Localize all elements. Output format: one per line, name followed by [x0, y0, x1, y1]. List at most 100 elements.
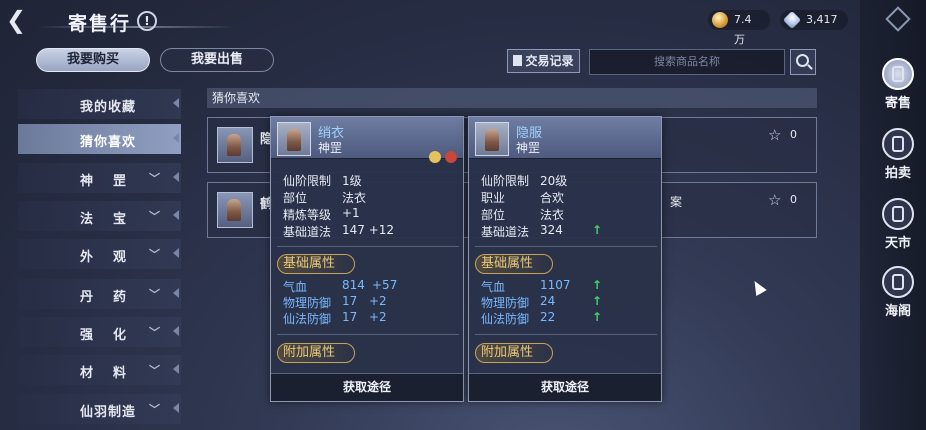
- stat-bonus: +2: [369, 310, 387, 324]
- equipped-badge-icon: [445, 151, 457, 163]
- category-favorites[interactable]: 我的收藏: [18, 89, 181, 119]
- category-materials[interactable]: 材料 ﹀: [18, 355, 181, 385]
- category-guess-you-like[interactable]: 猜你喜欢: [18, 124, 181, 154]
- caret-icon: [173, 326, 179, 336]
- category-label: 丹药: [80, 290, 147, 305]
- stat-label: 物理防御: [283, 296, 332, 310]
- acquire-route-button[interactable]: 获取途径: [271, 373, 463, 401]
- stat-value: 147 +12: [342, 223, 395, 237]
- top-bar: ❮ 寄售行 ! 7.4万 3,417: [0, 0, 860, 46]
- caret-icon: [173, 364, 179, 374]
- tab-sell[interactable]: 我要出售: [160, 48, 274, 72]
- item-tooltip-compare: 隐服 神罡 仙阶限制 20级 职业 合欢 部位 法衣 基础道法 324 ↑ 基础属性 气血…: [468, 116, 662, 402]
- category-label: 法宝: [80, 212, 147, 227]
- nav-auction[interactable]: 拍卖: [874, 128, 922, 188]
- stat-label: 仙阶限制: [481, 174, 530, 188]
- caret-icon: [173, 133, 179, 143]
- stat-value: 合欢: [540, 191, 565, 205]
- stat-label: 气血: [481, 280, 506, 294]
- category-appearance[interactable]: 外观 ﹀: [18, 239, 181, 269]
- category-label: 猜你喜欢: [80, 135, 137, 150]
- category-label: 我的收藏: [80, 100, 137, 115]
- stat-value: 22: [540, 310, 556, 324]
- nav-sea-pavilion[interactable]: 海阁: [874, 266, 922, 326]
- chevron-down-icon: ﹀: [149, 172, 160, 185]
- stat-label: 基础道法: [481, 225, 530, 239]
- search-icon-handle: [807, 64, 813, 70]
- stat-label: 仙法防御: [283, 312, 332, 326]
- divider: [277, 246, 459, 247]
- chevron-down-icon: ﹀: [149, 326, 160, 339]
- stat-value: 法衣: [342, 191, 367, 205]
- category-shengang[interactable]: 神罡 ﹀: [18, 163, 181, 193]
- trade-log-label: 交易记录: [525, 54, 574, 68]
- item-tail: 案: [670, 195, 683, 209]
- caret-icon: [173, 288, 179, 298]
- stat-value: +1: [342, 206, 360, 220]
- consign-icon: [882, 58, 914, 90]
- favorite-count: 0: [790, 128, 797, 141]
- tooltip-header: 绡衣 神罡: [271, 117, 463, 163]
- stat-row: 基础道法 324 ↑: [481, 223, 661, 239]
- arrow-up-icon: ↑: [592, 310, 603, 324]
- stat-value: 1107: [540, 278, 571, 292]
- stat-value: 17: [342, 310, 358, 324]
- stat-label: 仙阶限制: [283, 174, 332, 188]
- auction-icon: [882, 128, 914, 160]
- tab-buy[interactable]: 我要购买: [36, 48, 150, 72]
- stat-label: 职业: [481, 191, 506, 205]
- chevron-down-icon: ﹀: [149, 248, 160, 261]
- caret-icon: [173, 172, 179, 182]
- nav-label: 寄售: [884, 96, 911, 111]
- nav-consign[interactable]: 寄售: [874, 58, 922, 118]
- category-label: 外观: [80, 250, 147, 265]
- base-attributes-title: 基础属性: [475, 254, 553, 274]
- chevron-down-icon: ﹀: [149, 210, 160, 223]
- item-icon: [475, 122, 509, 156]
- section-title: 猜你喜欢: [207, 88, 817, 108]
- item-tooltip-current: 绡衣 神罡 仙阶限制 1级 部位 法衣 精炼等级 +1 基础道法 147 +12 基础属…: [270, 116, 464, 402]
- gold-currency[interactable]: 7.4万: [708, 10, 770, 46]
- caret-icon: [173, 98, 179, 108]
- category-feather-crafting[interactable]: 仙羽制造 ﹀: [18, 394, 181, 424]
- stat-value: 324: [540, 223, 563, 237]
- category-fabao[interactable]: 法宝 ﹀: [18, 201, 181, 231]
- arrow-up-icon: ↑: [592, 278, 603, 292]
- stat-row: 精炼等级 +1: [283, 206, 463, 222]
- arrow-up-icon: ↑: [592, 294, 603, 308]
- stat-row: 气血 1107 ↑: [481, 278, 661, 294]
- extra-attributes-title: 附加属性: [475, 343, 553, 363]
- gem-currency[interactable]: 3,417: [780, 10, 848, 30]
- stat-value: 17: [342, 294, 358, 308]
- back-arrow-icon[interactable]: ❮: [6, 8, 28, 33]
- stat-label: 物理防御: [481, 296, 530, 310]
- auction-icon-inner: [892, 136, 904, 152]
- item-icon: [277, 122, 311, 156]
- item-icon: [217, 127, 253, 163]
- category-label: 强化: [80, 328, 147, 343]
- item-icon: [217, 192, 253, 228]
- star-icon[interactable]: ☆: [768, 191, 781, 209]
- help-icon[interactable]: !: [137, 11, 157, 31]
- stat-label: 基础道法: [283, 225, 332, 239]
- document-icon: [513, 55, 523, 66]
- cursor-icon: [749, 277, 767, 297]
- stat-row: 气血 814 +57: [283, 278, 463, 294]
- nav-label: 天市: [884, 236, 911, 251]
- trade-log-button[interactable]: 交易记录: [507, 49, 580, 73]
- search-button[interactable]: [790, 49, 816, 75]
- search-input[interactable]: 搜索商品名称: [589, 49, 785, 75]
- star-icon[interactable]: ☆: [768, 126, 781, 144]
- stat-row: 仙阶限制 1级: [283, 172, 463, 188]
- heaven-market-icon-inner: [892, 206, 904, 222]
- stat-value: 24: [540, 294, 556, 308]
- acquire-route-button[interactable]: 获取途径: [469, 373, 661, 401]
- category-pills[interactable]: 丹药 ﹀: [18, 279, 181, 309]
- nav-label: 海阁: [884, 304, 911, 319]
- stat-row: 基础道法 147 +12: [283, 223, 463, 239]
- gem-icon: [782, 10, 802, 30]
- category-enhance[interactable]: 强化 ﹀: [18, 317, 181, 347]
- stat-label: 部位: [283, 191, 308, 205]
- nav-heaven-market[interactable]: 天市: [874, 198, 922, 258]
- item-type: 神罡: [318, 141, 343, 155]
